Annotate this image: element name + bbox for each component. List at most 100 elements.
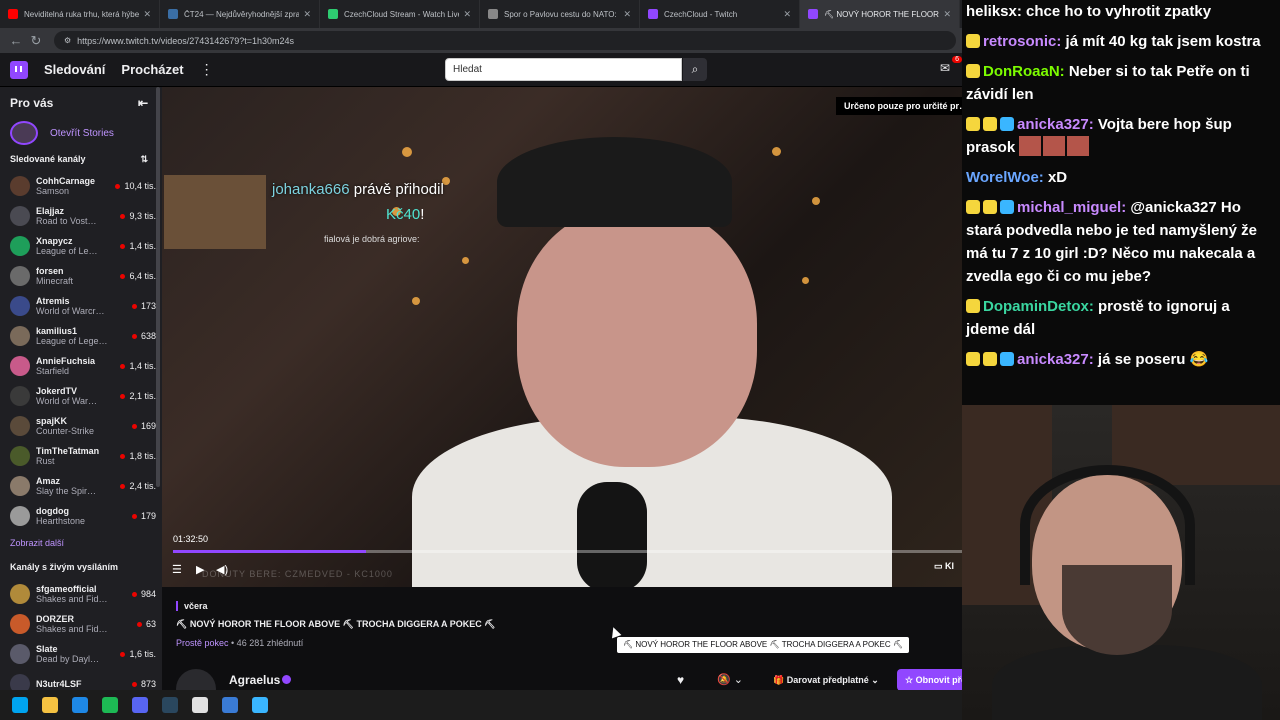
chat-username[interactable]: DopaminDetox: <box>983 298 1098 315</box>
sidebar-channel[interactable]: Xnapycz League of Le… 1,4 tis. <box>0 231 162 261</box>
tab-close-icon[interactable]: ✕ <box>623 9 631 20</box>
tab-close-icon[interactable]: ✕ <box>783 9 791 20</box>
video-player[interactable]: johanka666 právě přihodil Kč40! fialová … <box>162 87 962 587</box>
search-input[interactable]: Hledat <box>445 58 682 81</box>
live-dot-icon <box>131 681 137 687</box>
sidebar-channel[interactable]: forsen Minecraft 6,4 tis. <box>0 261 162 291</box>
chat-username[interactable]: WorelWoe: <box>966 169 1048 186</box>
browser-tab[interactable]: ⛏ NOVÝ HOROR THE FLOOR ABO… ✕ <box>800 0 960 28</box>
viewer-count-text: 1,8 tis. <box>129 451 156 461</box>
nav-browse[interactable]: Procházet <box>121 62 183 77</box>
chat-username[interactable]: retrosonic: <box>983 33 1066 50</box>
sidebar-channel[interactable]: Amaz Slay the Spir… 2,4 tis. <box>0 471 162 501</box>
category-link[interactable]: Prostě pokec <box>176 638 229 648</box>
nav-following[interactable]: Sledování <box>44 62 105 77</box>
taskbar-app-icon[interactable] <box>102 697 118 713</box>
clip-button[interactable]: ▭ Kl <box>934 561 954 572</box>
browser-tab[interactable]: CzechCloud - Twitch ✕ <box>640 0 800 28</box>
chat-badge-icon <box>983 200 997 214</box>
chat-username[interactable]: michal_miguel: <box>1017 199 1130 216</box>
tab-close-icon[interactable]: ✕ <box>463 9 471 20</box>
follow-heart-icon[interactable]: ♥ <box>677 673 684 687</box>
sidebar-channel[interactable]: CohhCarnage Samson 10,4 tis. <box>0 171 162 201</box>
sidebar-scrollbar[interactable] <box>156 87 160 487</box>
sidebar-channel[interactable]: TimTheTatman Rust 1,8 tis. <box>0 441 162 471</box>
webcam-feed <box>962 405 1280 720</box>
back-icon[interactable]: ← <box>6 33 26 48</box>
channel-text: kamilius1 League of Lege… <box>36 326 132 346</box>
chat-emote-icon <box>1067 136 1090 156</box>
site-info-icon[interactable]: ⚙ <box>64 36 71 45</box>
microphone <box>577 482 647 587</box>
sort-icon[interactable]: ⇅ <box>140 154 148 165</box>
channel-avatar <box>10 446 30 466</box>
channel-name[interactable]: Agraelus <box>229 673 280 687</box>
tab-close-icon[interactable]: ✕ <box>303 9 311 20</box>
sidebar-channel[interactable]: spajKK Counter-Strike 169 <box>0 411 162 441</box>
inbox-icon[interactable]: ✉ 6 <box>940 56 962 77</box>
show-more-link[interactable]: Zobrazit další <box>0 531 162 555</box>
seek-bar-fill <box>173 550 367 553</box>
tab-close-icon[interactable]: ✕ <box>943 9 951 20</box>
renew-sub-button[interactable]: ☆ Obnovit předplatné <box>897 669 967 691</box>
sidebar-channel[interactable]: sfgameofficial Shakes and Fid… 984 <box>0 579 162 609</box>
browser-tab[interactable]: Neviditelná ruka trhu, která hýbe … ✕ <box>0 0 160 28</box>
tab-close-icon[interactable]: ✕ <box>143 9 151 20</box>
seek-bar[interactable] <box>173 550 962 553</box>
browser-tab[interactable]: Spor o Pavlovu cestu do NATO: „J… ✕ <box>480 0 640 28</box>
chat-username[interactable]: heliksx: <box>966 3 1026 20</box>
chat-text: chce ho to vyhrotit zpatky <box>1026 3 1212 20</box>
taskbar-app-icon[interactable] <box>222 697 238 713</box>
reload-icon[interactable]: ↻ <box>26 33 46 49</box>
taskbar-app-icon[interactable] <box>192 697 208 713</box>
sidebar-channel[interactable]: dogdog Hearthstone 179 <box>0 501 162 531</box>
live-dot-icon <box>120 363 126 369</box>
viewer-count-text: 1,6 tis. <box>129 649 156 659</box>
taskbar-app-icon[interactable] <box>252 697 268 713</box>
donation-message: fialová je dobrá agriove: <box>324 234 420 244</box>
sidebar-channel[interactable]: N3utr4LSF 873 <box>0 669 162 690</box>
view-count: • 46 281 zhlédnutí <box>228 638 304 648</box>
notifications-icon[interactable]: 🔕 ⌄ <box>717 673 743 686</box>
stories-row[interactable]: Otevřít Stories <box>0 119 162 147</box>
channel-game: Starfield <box>36 366 70 376</box>
channel-avatar <box>10 236 30 256</box>
more-menu-icon[interactable]: ⋮ <box>200 61 214 78</box>
live-dot-icon <box>131 513 137 519</box>
search-button[interactable]: ⌕ <box>683 58 707 81</box>
channel-avatar <box>10 506 30 526</box>
browser-tab[interactable]: CzechCloud Stream - Watch Live … ✕ <box>320 0 480 28</box>
sidebar-channel[interactable]: Elajjaz Road to Vost… 9,3 tis. <box>0 201 162 231</box>
taskbar-app-icon[interactable] <box>132 697 148 713</box>
sidebar-channel[interactable]: AnnieFuchsia Starfield 1,4 tis. <box>0 351 162 381</box>
gift-sub-label: Darovat předplatné <box>786 675 869 685</box>
url-field[interactable]: ⚙ https://www.twitch.tv/videos/274314267… <box>54 31 956 50</box>
sidebar-channel[interactable]: kamilius1 League of Lege… 638 <box>0 321 162 351</box>
chapters-icon[interactable]: ☰ <box>172 563 182 576</box>
stories-avatar <box>10 121 38 145</box>
chat-text: xD <box>1047 169 1068 186</box>
taskbar-app-icon[interactable] <box>42 697 58 713</box>
taskbar-app-icon[interactable] <box>162 697 178 713</box>
sidebar-channel[interactable]: Slate Dead by Dayl… 1,6 tis. <box>0 639 162 669</box>
chat-username[interactable]: anicka327: <box>1017 116 1098 133</box>
taskbar-app-icon[interactable] <box>72 697 88 713</box>
followed-title: Sledované kanály <box>10 154 86 164</box>
taskbar-app-icon[interactable] <box>12 697 28 713</box>
donation-exclaim: ! <box>420 206 425 223</box>
chat-username[interactable]: DonRoaaN: <box>983 63 1069 80</box>
gift-sub-button[interactable]: 🎁 Darovat předplatné ⌄ <box>765 669 887 691</box>
browser-tab[interactable]: ČT24 — Nejdůvěryhodnější zpravo… ✕ <box>160 0 320 28</box>
sidebar-channel[interactable]: JokerdTV World of War… 2,1 tis. <box>0 381 162 411</box>
twitch-logo-icon[interactable] <box>10 60 28 79</box>
screen: Neviditelná ruka trhu, která hýbe … ✕ ČT24… <box>0 0 1280 720</box>
chat-emote-icon <box>1019 136 1042 156</box>
donation-alert: johanka666 právě přihodil <box>272 181 444 198</box>
live-dot-icon <box>131 423 137 429</box>
collapse-sidebar-icon[interactable]: ⇤ <box>138 96 148 110</box>
viewer-count: 873 <box>131 679 156 689</box>
sidebar-channel[interactable]: DORZER Shakes and Fid… 63 <box>0 609 162 639</box>
chat-username[interactable]: anicka327: <box>1017 351 1098 368</box>
chat-message: retrosonic: já mít 40 kg tak jsem kostra <box>966 30 1276 53</box>
sidebar-channel[interactable]: Atremis World of Warcr… 173 <box>0 291 162 321</box>
